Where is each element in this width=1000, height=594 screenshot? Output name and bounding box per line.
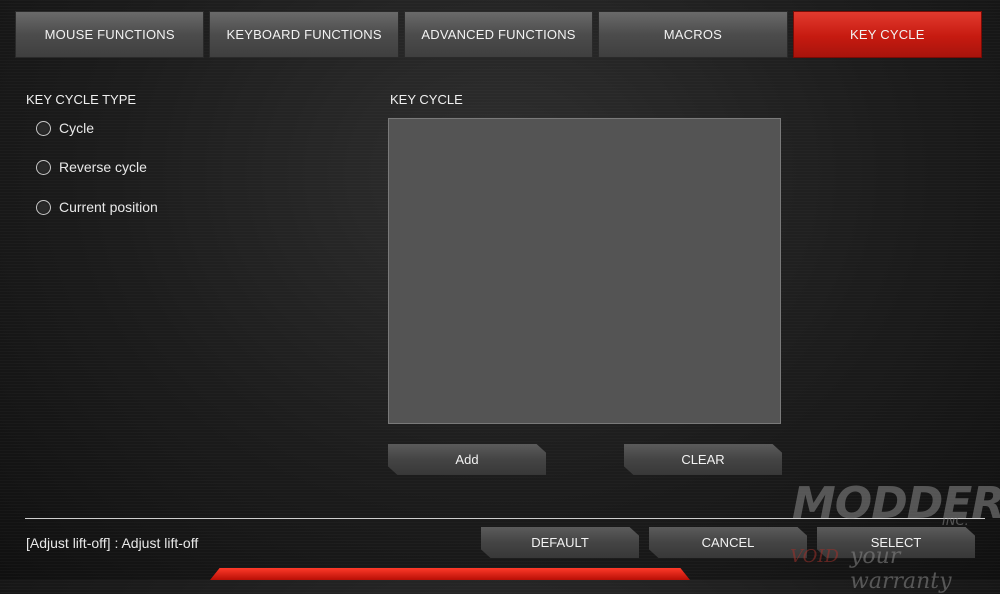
tab-bar: MOUSE FUNCTIONS KEYBOARD FUNCTIONS ADVAN… <box>15 11 983 58</box>
key-cycle-type-title: KEY CYCLE TYPE <box>26 92 137 107</box>
cancel-button[interactable]: CANCEL <box>649 527 807 558</box>
bottom-accent-bar <box>210 568 690 580</box>
tab-mouse-functions[interactable]: MOUSE FUNCTIONS <box>15 11 205 58</box>
radio-button-icon[interactable] <box>36 120 51 136</box>
radio-cycle[interactable]: Cycle <box>36 120 94 136</box>
default-button[interactable]: DEFAULT <box>481 527 639 558</box>
radio-reverse-cycle[interactable]: Reverse cycle <box>36 159 147 175</box>
tab-advanced-functions[interactable]: ADVANCED FUNCTIONS <box>403 11 594 58</box>
tab-macros[interactable]: MACROS <box>598 11 788 58</box>
clear-button[interactable]: CLEAR <box>624 444 782 475</box>
watermark-suffix: INC. <box>942 514 969 529</box>
radio-label-cycle: Cycle <box>59 120 95 136</box>
watermark-tagline: your warranty <box>850 544 952 594</box>
watermark-void: VOID <box>790 546 839 567</box>
key-cycle-list[interactable] <box>388 118 781 424</box>
radio-label-current-position: Current position <box>59 199 158 215</box>
tab-key-cycle[interactable]: KEY CYCLE <box>792 11 983 58</box>
tab-keyboard-functions[interactable]: KEYBOARD FUNCTIONS <box>209 11 399 58</box>
watermark-brand: MODDERS <box>792 478 1000 529</box>
status-text: [Adjust lift-off] : Adjust lift-off <box>26 535 199 551</box>
radio-label-reverse-cycle: Reverse cycle <box>59 159 147 175</box>
radio-button-icon[interactable] <box>36 159 51 175</box>
key-cycle-title: KEY CYCLE <box>390 92 463 107</box>
watermark-logo: MODDERS INC. VOID your warranty <box>786 478 1000 594</box>
radio-button-icon[interactable] <box>36 199 51 215</box>
add-button[interactable]: Add <box>388 444 546 475</box>
radio-current-position[interactable]: Current position <box>36 199 158 215</box>
